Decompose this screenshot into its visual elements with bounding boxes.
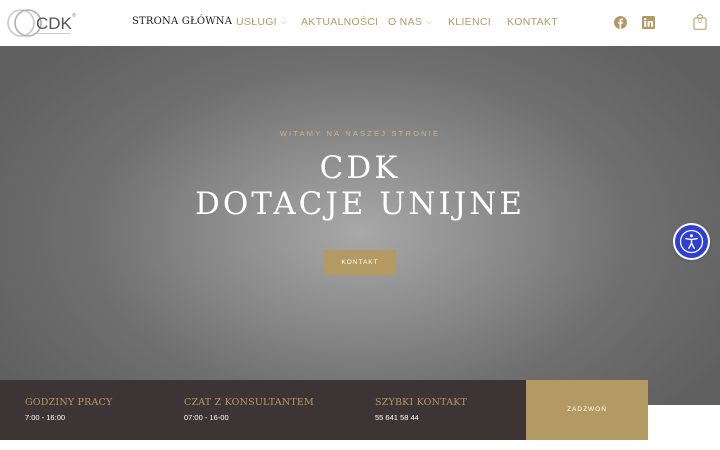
cart-button[interactable]: 0: [693, 14, 707, 30]
info-value: 7:00 - 16:00: [25, 413, 66, 422]
info-working-hours: GODZINY PRACY 7:00 - 16:00: [25, 397, 113, 422]
svg-text:®: ®: [72, 12, 76, 19]
info-title: SZYBKI KONTAKT: [375, 397, 468, 408]
nav-home-label: STRONA GŁÓWNA: [132, 16, 233, 27]
facebook-icon[interactable]: [614, 16, 627, 29]
nav-news-label: AKTUALNOŚCI: [301, 16, 379, 28]
chevron-down-icon: ⌵: [280, 19, 287, 26]
nav-clients-label: KLIENCI: [448, 16, 491, 28]
hero-title-line-2: DOTACJE UNIJNE: [195, 186, 525, 222]
hero-kicker: WITAMY NA NASZEJ STRONIE: [279, 129, 441, 138]
call-button[interactable]: ZADZWOŃ: [526, 380, 648, 440]
nav-contact-label: KONTAKT: [507, 16, 558, 28]
logo-text: CDK: [36, 14, 73, 33]
info-title: GODZINY PRACY: [25, 397, 113, 408]
hero-section: WITAMY NA NASZEJ STRONIE CDK DOTACJE UNI…: [0, 46, 720, 405]
nav-home[interactable]: STRONA GŁÓWNA: [132, 16, 232, 27]
nav-about[interactable]: O NAS ⌵: [388, 16, 432, 28]
nav-about-label: O NAS: [388, 16, 423, 28]
info-chat: CZAT Z KONSULTANTEM 07:00 - 16-00: [184, 397, 314, 422]
nav-clients[interactable]: KLIENCI: [448, 16, 491, 28]
info-value: 07:00 - 16-00: [184, 413, 229, 422]
nav-services-label: USŁUGI: [236, 16, 277, 28]
hero-title-line-1: CDK: [319, 150, 401, 186]
accessibility-icon: [679, 229, 704, 254]
hero-title: CDK DOTACJE UNIJNE: [0, 150, 720, 222]
info-phone[interactable]: 55 641 58 44: [375, 413, 467, 422]
linkedin-icon[interactable]: [642, 16, 655, 29]
nav-services[interactable]: USŁUGI ⌵: [236, 16, 287, 28]
cart-count: 0: [698, 18, 702, 25]
chevron-down-icon: ⌵: [426, 19, 432, 26]
info-title: CZAT Z KONSULTANTEM: [184, 397, 314, 408]
accessibility-button[interactable]: [675, 225, 708, 258]
site-header: CDK ® STRONA GŁÓWNA USŁUGI ⌵ AKTUALNOŚCI …: [0, 0, 720, 46]
nav-contact[interactable]: KONTAKT: [507, 16, 558, 28]
hero-contact-button[interactable]: KONTAKT: [324, 250, 396, 275]
cdk-logo[interactable]: CDK ®: [7, 6, 79, 40]
nav-news[interactable]: AKTUALNOŚCI: [301, 16, 378, 28]
info-bar: GODZINY PRACY 7:00 - 16:00 CZAT Z KONSUL…: [0, 380, 526, 440]
info-quick-contact: SZYBKI KONTAKT 55 641 58 44: [375, 397, 467, 422]
